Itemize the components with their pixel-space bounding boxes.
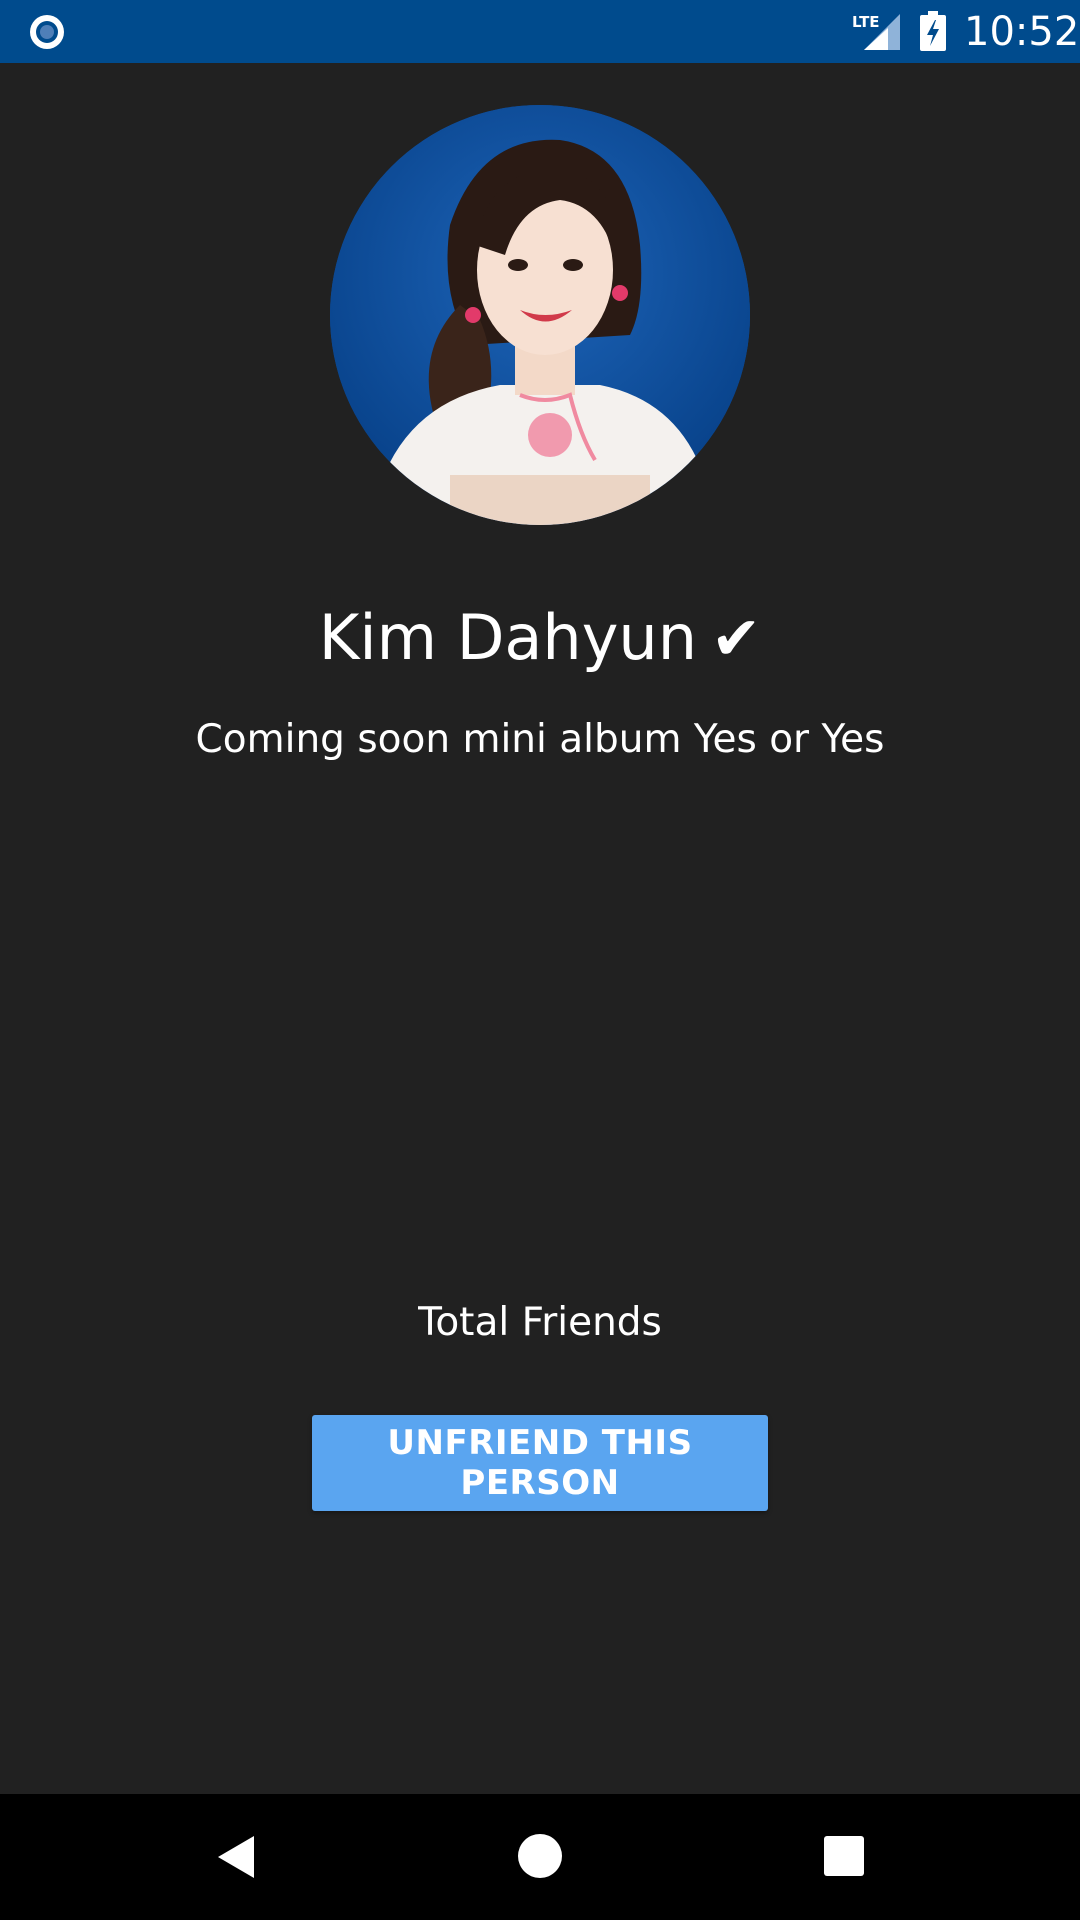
back-triangle-icon[interactable]	[214, 1834, 258, 1880]
status-time: 10:52	[964, 9, 1080, 55]
profile-name-row: Kim Dahyun ✔	[0, 598, 1080, 679]
profile-screen: LTE 10:52 Kim Dahyun ✔ Coming soon mini …	[0, 0, 1080, 1920]
navigation-bar	[0, 1794, 1080, 1920]
profile-status: Coming soon mini album Yes or Yes	[195, 717, 885, 762]
recents-square-icon[interactable]	[824, 1836, 864, 1876]
radio-button-icon	[30, 15, 64, 49]
profile-photo	[330, 105, 750, 525]
battery-charging-icon	[920, 11, 946, 51]
signal-icon: LTE	[852, 13, 900, 50]
status-bar: LTE 10:52	[0, 0, 1080, 63]
svg-text:LTE: LTE	[852, 13, 880, 31]
profile-name: Kim Dahyun	[318, 601, 697, 674]
unfriend-button[interactable]: UNFRIEND THIS PERSON	[312, 1415, 768, 1511]
total-friends-label: Total Friends	[418, 1300, 662, 1345]
home-circle-icon[interactable]	[518, 1834, 562, 1878]
verified-check-icon: ✔	[711, 604, 762, 674]
